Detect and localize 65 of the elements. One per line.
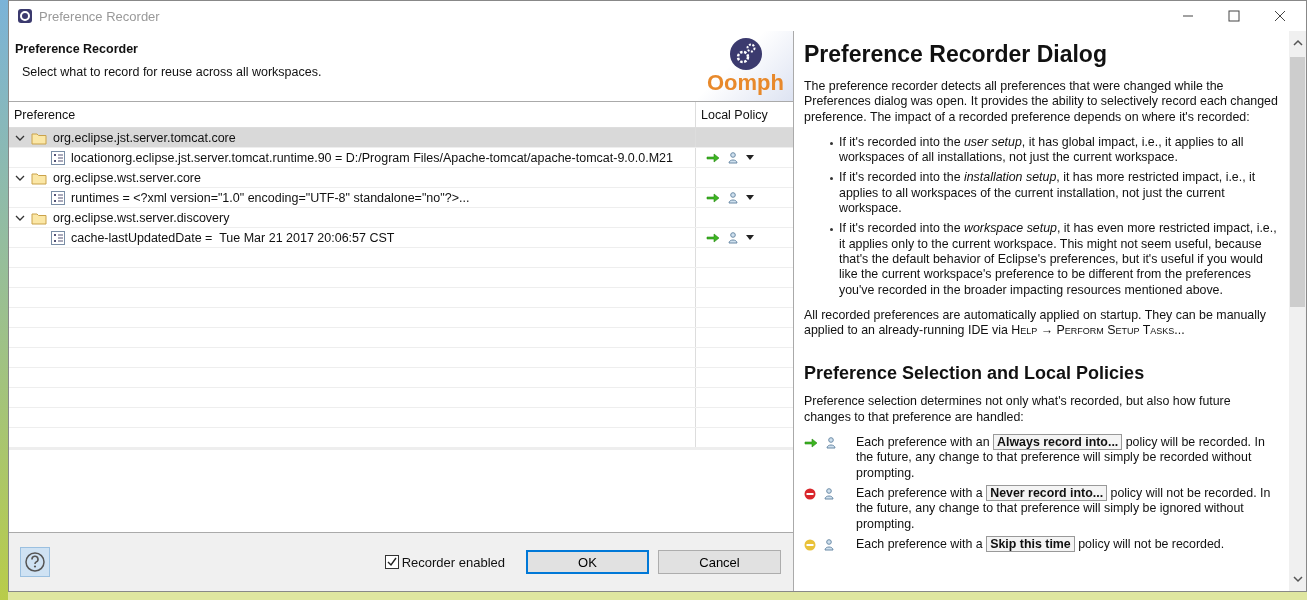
paragraph: Preference selection determines not only what's recorded, but also how future changes to that preference are handled: — [804, 394, 1232, 426]
tree-item-label: org.eclipse.jst.server.tomcat.core — [53, 130, 236, 145]
right-arrow-icon[interactable] — [706, 151, 720, 164]
pause-icon — [804, 538, 816, 551]
preference-label: runtimes = <?xml version="1.0" encoding="UTF-8" standalone="no"?>... — [71, 190, 470, 205]
bullet-icon — [830, 177, 833, 181]
ok-button[interactable]: OK — [526, 550, 649, 574]
help-title: Preference Recorder Dialog — [804, 41, 1108, 67]
person-icon — [826, 437, 836, 450]
scroll-up-icon[interactable] — [1291, 39, 1304, 47]
preference-label: locationorg.eclipse.jst.server.tomcat.runtime.90 = D:/Program Files/Apache-tomcat/apache-tomcat-9.0.0.M21 — [71, 150, 673, 165]
list-item-text: If it's recorded into the installation setup, it has more restricted impact, i.e., it applies to all workspaces of the current installation, not just the current workspace. — [839, 170, 1257, 217]
tree-item-label: org.eclipse.wst.server.discovery — [53, 210, 230, 225]
dropdown-caret-icon[interactable] — [746, 235, 754, 240]
column-header[interactable]: Local Policy — [696, 102, 793, 127]
folder-icon — [31, 210, 47, 225]
right-arrow-icon — [804, 437, 818, 450]
tree-row[interactable]: org.eclipse.jst.server.tomcat.core — [9, 128, 793, 148]
paragraph: The preference recorder detects all preferences that were changed while the Preferences dialog was open. It provides the ability to selectively record each changed preference. The impact of a recorded preference depends on where it's recorded: — [804, 79, 1279, 125]
cancel-button[interactable]: Cancel — [658, 550, 781, 574]
bullet-icon — [830, 141, 833, 145]
app-icon — [17, 8, 33, 24]
column-header[interactable]: Preference — [9, 102, 696, 127]
page-title: Preference Recorder — [15, 42, 139, 56]
person-icon[interactable] — [728, 151, 738, 164]
preference-icon — [51, 230, 65, 245]
checkmark-icon — [385, 556, 398, 567]
stop-icon — [804, 487, 816, 500]
policy-description: Each preference with a Never record into... policy will not be recorded. In the future, any change to that preference will simply be ignored without prompting. — [856, 485, 1272, 532]
person-icon[interactable] — [728, 191, 738, 204]
preference-icon — [51, 150, 65, 165]
policy-description: Each preference with an Always record into... policy will be recorded. In the future, any change to that preference will simply be recorded without prompting. — [856, 435, 1266, 481]
policy-description: Each preference with a Skip this time policy will not be recorded. — [856, 536, 1225, 553]
dropdown-caret-icon[interactable] — [746, 155, 754, 160]
help-button[interactable] — [20, 547, 50, 577]
tree-row[interactable]: org.eclipse.wst.server.core — [9, 168, 793, 188]
tree-row[interactable]: org.eclipse.wst.server.discovery — [9, 208, 793, 228]
person-icon[interactable] — [728, 231, 738, 244]
scroll-down-icon[interactable] — [1291, 575, 1304, 583]
help-icon — [24, 551, 46, 573]
section-heading: Preference Selection and Local Policies — [804, 362, 1146, 385]
scrollbar-thumb[interactable] — [1290, 57, 1305, 307]
list-item-text: If it's recorded into the user setup, it has global impact, i.e., it applies to all workspaces of all installations, not just the current workspace. — [839, 134, 1245, 166]
bullet-icon — [830, 228, 833, 232]
preference-label: cache-lastUpdatedDate = Tue Mar 21 2017 20:06:57 CST — [71, 230, 395, 245]
right-arrow-icon[interactable] — [706, 231, 720, 244]
page-description: Select what to record for reuse across all workspaces. — [22, 65, 323, 79]
paragraph: All recorded preferences are automatically applied on startup. They can be manually applied to an already-running IDE via Help → Perform Setup Tasks... — [804, 307, 1267, 339]
folder-icon — [31, 130, 47, 145]
tree-item-label: org.eclipse.wst.server.core — [53, 170, 201, 185]
folder-icon — [31, 170, 47, 185]
person-icon — [824, 538, 834, 551]
scrollbar[interactable] — [1289, 31, 1306, 591]
maximize-icon[interactable] — [1228, 10, 1240, 22]
window-title: Preference Recorder — [39, 8, 160, 24]
preference-icon — [51, 190, 65, 205]
list-item-text: If it's recorded into the workspace setup, it has even more restricted impact, i.e., it applies only to the current workspace. This might not seem useful, because that's the default behavior of Eclipse's preferences, but it's useful if you would like the current workspace's preference to be different from the preferences you've recorded in the broader impacting resources mentioned above. — [839, 221, 1278, 298]
person-icon — [824, 487, 834, 500]
dropdown-caret-icon[interactable] — [746, 195, 754, 200]
gears-logo-icon — [727, 37, 764, 71]
right-arrow-icon[interactable] — [706, 191, 720, 204]
checkbox-label: Recorder enabled — [401, 554, 505, 570]
checkbox[interactable] — [384, 555, 399, 569]
close-icon[interactable] — [1274, 10, 1286, 22]
logo-text: Oomph — [707, 71, 784, 95]
